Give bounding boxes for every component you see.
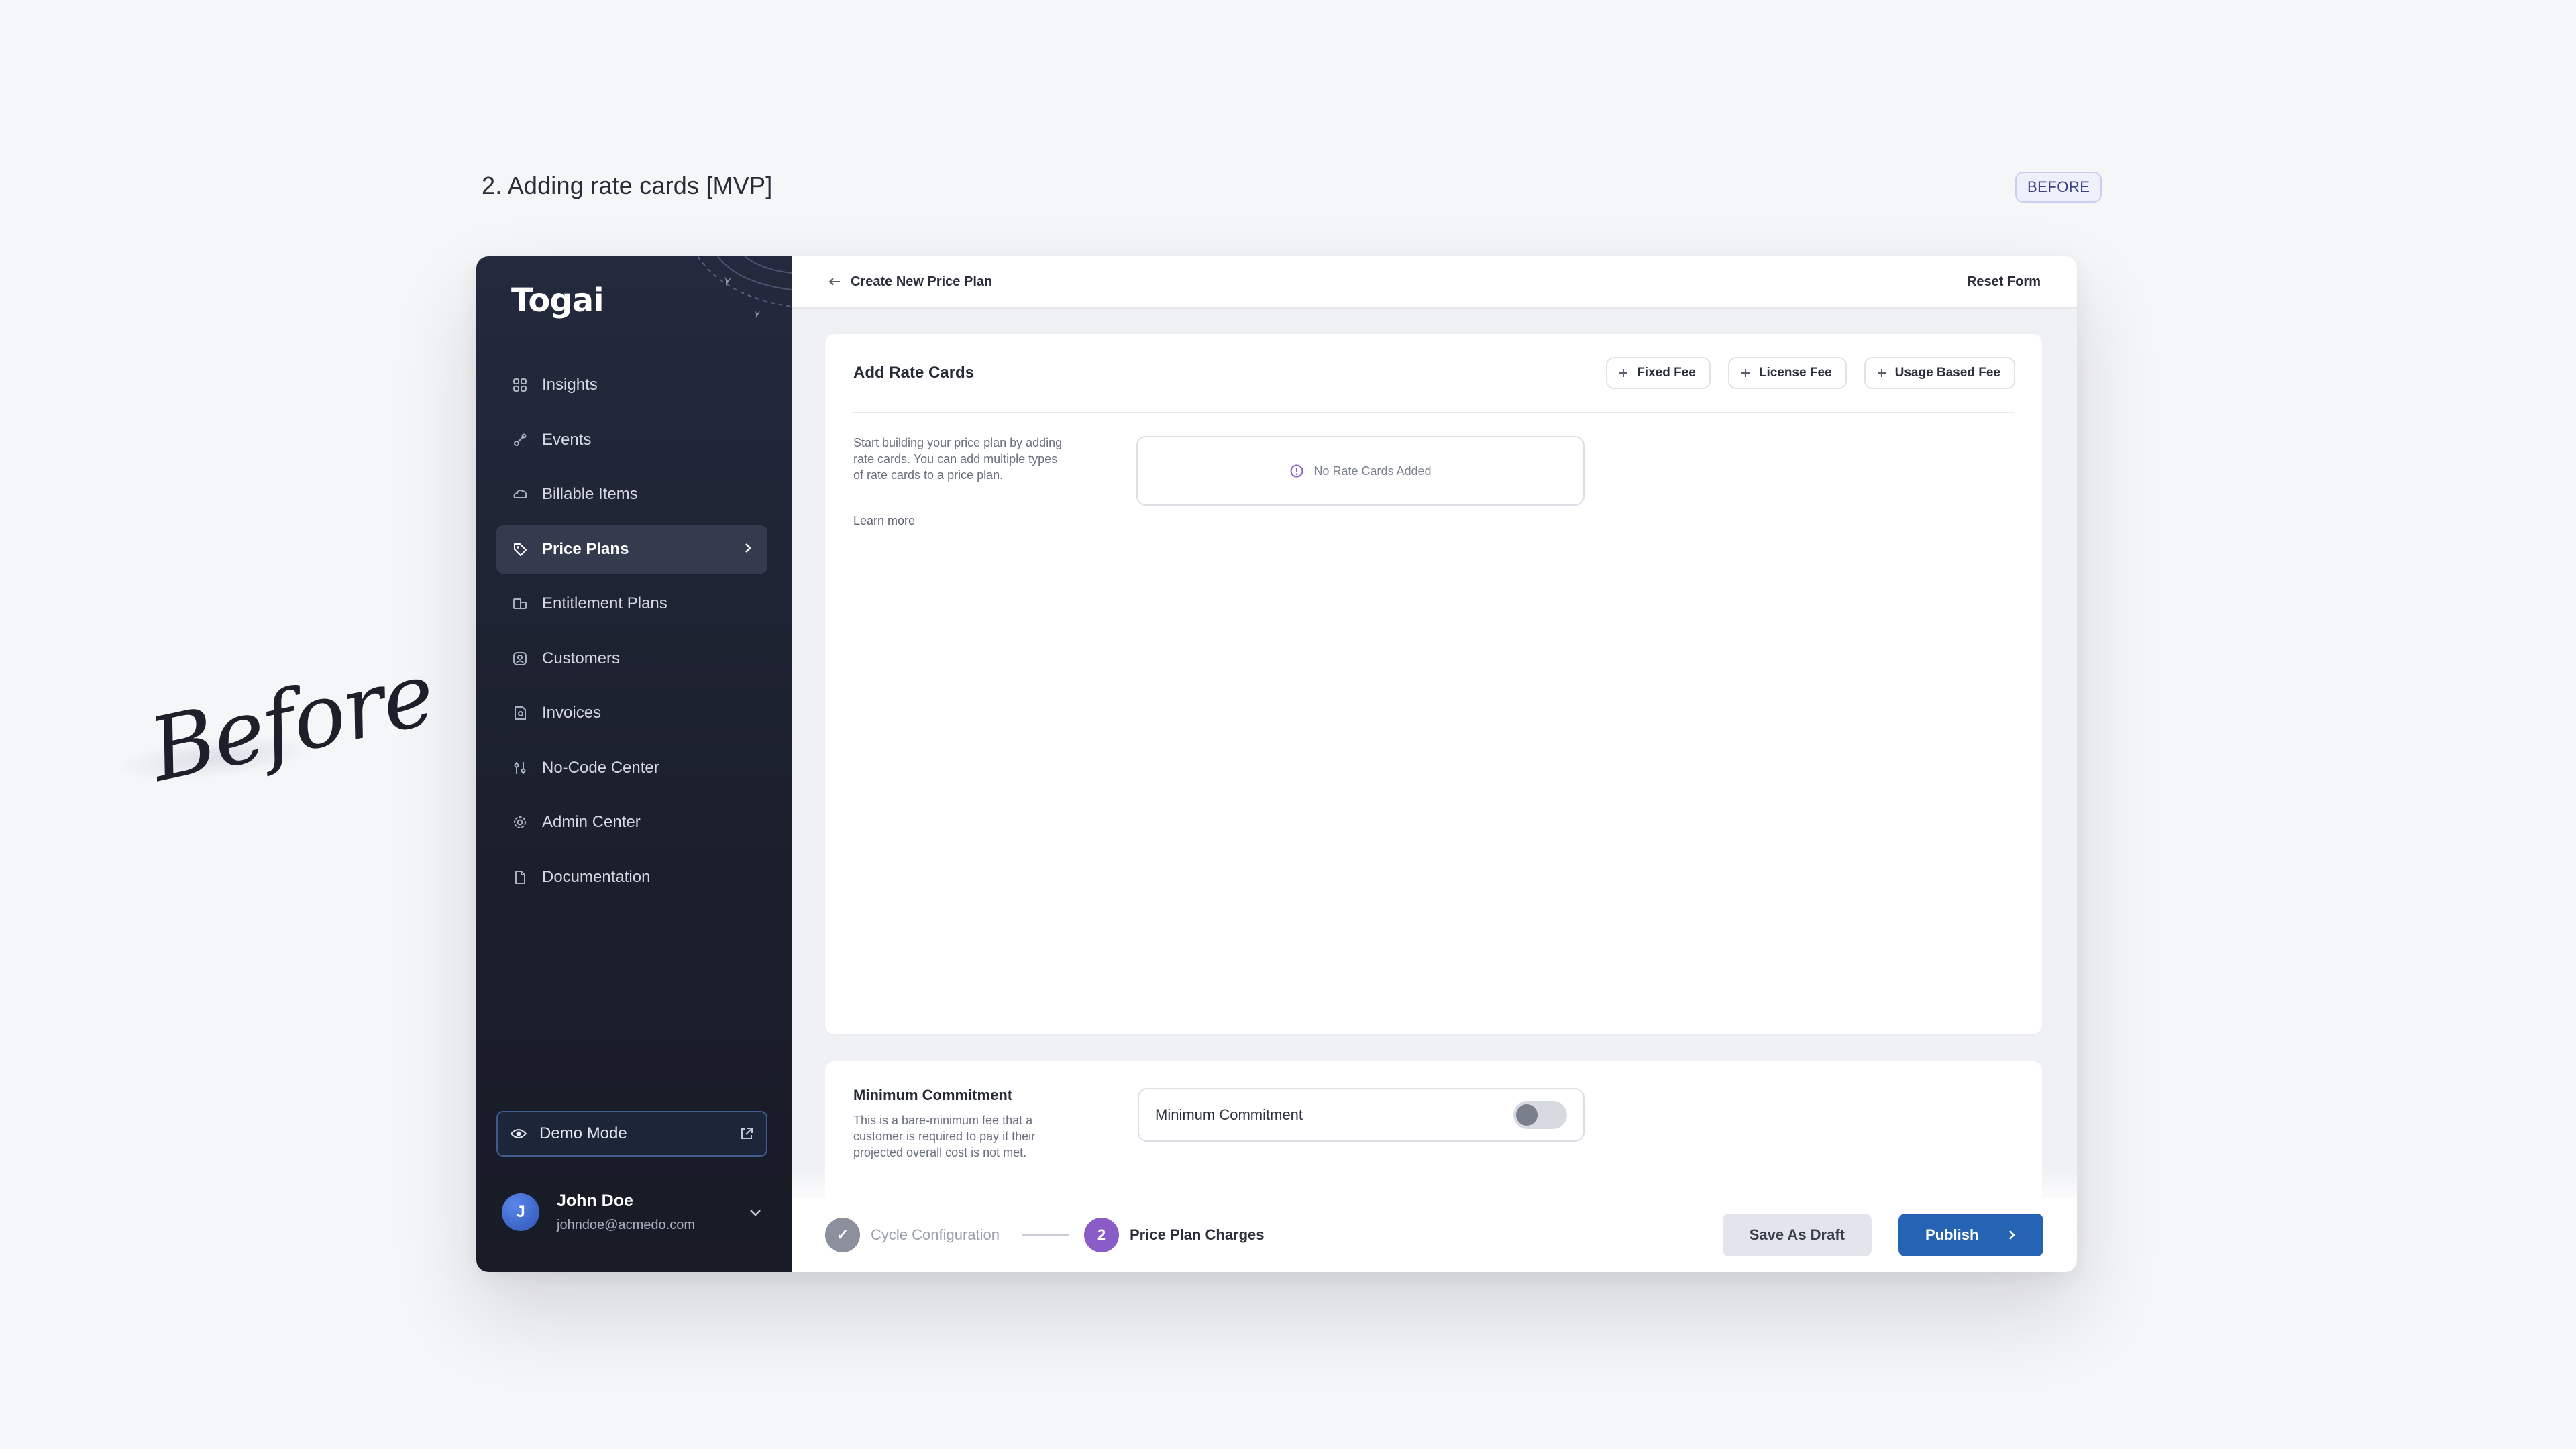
cloud-icon xyxy=(511,486,529,503)
user-name: John Doe xyxy=(557,1191,633,1210)
chevron-right-icon xyxy=(743,540,753,559)
plus-icon xyxy=(1740,368,1751,378)
minimum-commitment-title: Minimum Commitment xyxy=(853,1087,1013,1104)
footer-bar: ✓ Cycle Configuration 2 Price Plan Charg… xyxy=(792,1169,2077,1272)
sidebar-item-entitlement-plans[interactable]: Entitlement Plans xyxy=(496,580,767,628)
plus-icon xyxy=(1876,368,1887,378)
step-cycle-configuration[interactable]: ✓ Cycle Configuration xyxy=(825,1218,1000,1252)
app-window: Togai Insights Events Billable Items Pri… xyxy=(476,256,2077,1272)
demo-mode-label: Demo Mode xyxy=(539,1124,627,1142)
minimum-commitment-field: Minimum Commitment xyxy=(1138,1088,1585,1142)
sidebar-item-label: Invoices xyxy=(542,704,602,722)
rate-cards-title: Add Rate Cards xyxy=(853,364,975,382)
sidebar: Togai Insights Events Billable Items Pri… xyxy=(476,256,792,1272)
eye-icon xyxy=(510,1127,527,1140)
rate-cards-section: Add Rate Cards Fixed Fee License Fee Usa… xyxy=(825,334,2042,1034)
user-profile[interactable]: J John Doe johndoe@acmedo.com xyxy=(496,1182,767,1242)
arrow-left-icon xyxy=(828,276,841,287)
footer-inner: ✓ Cycle Configuration 2 Price Plan Charg… xyxy=(792,1198,2077,1272)
document-icon xyxy=(511,869,529,886)
step-label: Cycle Configuration xyxy=(871,1226,1000,1243)
step-label: Price Plan Charges xyxy=(1129,1226,1265,1243)
sidebar-item-billable-items[interactable]: Billable Items xyxy=(496,470,767,519)
rate-cards-description: Start building your price plan by adding… xyxy=(853,436,1063,482)
sidebar-item-label: Admin Center xyxy=(542,813,641,831)
main-content: Create New Price Plan Reset Form Add Rat… xyxy=(792,256,2077,1272)
invoice-icon xyxy=(511,704,529,722)
info-icon xyxy=(1289,464,1304,478)
reset-form-button[interactable]: Reset Form xyxy=(1967,274,2041,290)
publish-label: Publish xyxy=(1925,1226,1979,1243)
sidebar-item-insights[interactable]: Insights xyxy=(496,361,767,409)
page-heading: 2. Adding rate cards [MVP] xyxy=(482,172,773,199)
empty-state: No Rate Cards Added xyxy=(1136,436,1585,506)
page-title: Create New Price Plan xyxy=(851,274,993,289)
entitlement-icon xyxy=(511,595,529,612)
back-link[interactable]: Create New Price Plan xyxy=(828,274,992,290)
step-price-plan-charges[interactable]: 2 Price Plan Charges xyxy=(1083,1218,1265,1252)
step-number: 2 xyxy=(1083,1218,1119,1252)
sidebar-item-label: Billable Items xyxy=(542,485,638,503)
sidebar-item-no-code-center[interactable]: No-Code Center xyxy=(496,744,767,792)
sidebar-item-label: Documentation xyxy=(542,867,651,886)
add-fixed-fee-button[interactable]: Fixed Fee xyxy=(1606,357,1711,389)
sidebar-item-label: Customers xyxy=(542,649,621,667)
sidebar-item-customers[interactable]: Customers xyxy=(496,635,767,683)
before-script-text: Before xyxy=(141,642,443,802)
external-link-icon xyxy=(739,1126,754,1141)
sidebar-nav: Insights Events Billable Items Price Pla… xyxy=(496,361,767,908)
fee-button-label: Fixed Fee xyxy=(1637,366,1696,380)
sidebar-item-documentation[interactable]: Documentation xyxy=(496,853,767,902)
fee-button-label: License Fee xyxy=(1758,366,1832,380)
sidebar-item-label: Price Plans xyxy=(542,539,629,558)
minimum-commitment-label: Minimum Commitment xyxy=(1155,1106,1303,1123)
check-icon: ✓ xyxy=(825,1218,860,1252)
sidebar-item-label: Entitlement Plans xyxy=(542,594,667,612)
sidebar-item-admin-center[interactable]: Admin Center xyxy=(496,798,767,847)
before-script-label: Before xyxy=(112,642,442,805)
chevron-down-icon[interactable] xyxy=(749,1208,762,1217)
sliders-icon xyxy=(511,759,529,777)
demo-mode-button[interactable]: Demo Mode xyxy=(496,1111,767,1157)
sidebar-item-invoices[interactable]: Invoices xyxy=(496,689,767,737)
fee-button-label: Usage Based Fee xyxy=(1894,366,2000,380)
gear-icon xyxy=(511,814,529,831)
minimum-commitment-toggle[interactable] xyxy=(1513,1101,1567,1129)
sidebar-item-label: Insights xyxy=(542,376,598,394)
empty-state-text: No Rate Cards Added xyxy=(1313,464,1432,478)
chevron-right-icon xyxy=(2007,1229,2017,1241)
sidebar-item-price-plans[interactable]: Price Plans xyxy=(496,525,767,574)
user-email: johndoe@acmedo.com xyxy=(557,1218,695,1232)
minimum-commitment-description: This is a bare-minimum fee that a custom… xyxy=(853,1114,1036,1159)
customers-icon xyxy=(511,650,529,667)
step-connector xyxy=(1022,1234,1069,1236)
sparkle-decoration-icon xyxy=(698,256,792,318)
save-as-draft-button[interactable]: Save As Draft xyxy=(1722,1214,1872,1256)
add-usage-based-fee-button[interactable]: Usage Based Fee xyxy=(1864,357,2015,389)
rate-cards-header: Add Rate Cards Fixed Fee License Fee Usa… xyxy=(853,334,2015,413)
grid-icon xyxy=(511,376,529,394)
sidebar-item-events[interactable]: Events xyxy=(496,416,767,464)
togai-logo[interactable]: Togai xyxy=(511,282,604,319)
user-info: John Doe johndoe@acmedo.com xyxy=(557,1191,695,1233)
topbar: Create New Price Plan Reset Form xyxy=(792,256,2077,309)
before-badge: BEFORE xyxy=(2015,172,2102,203)
sidebar-item-label: Events xyxy=(542,430,592,449)
add-license-fee-button[interactable]: License Fee xyxy=(1727,357,1847,389)
publish-button[interactable]: Publish xyxy=(1898,1214,2043,1256)
sidebar-item-label: No-Code Center xyxy=(542,758,659,777)
plus-icon xyxy=(1618,368,1629,378)
avatar: J xyxy=(502,1193,539,1231)
toggle-knob xyxy=(1516,1104,1538,1126)
learn-more-link[interactable]: Learn more xyxy=(853,514,915,528)
events-icon xyxy=(511,431,529,449)
tag-icon xyxy=(511,541,529,558)
fee-buttons: Fixed Fee License Fee Usage Based Fee xyxy=(1606,357,2015,389)
